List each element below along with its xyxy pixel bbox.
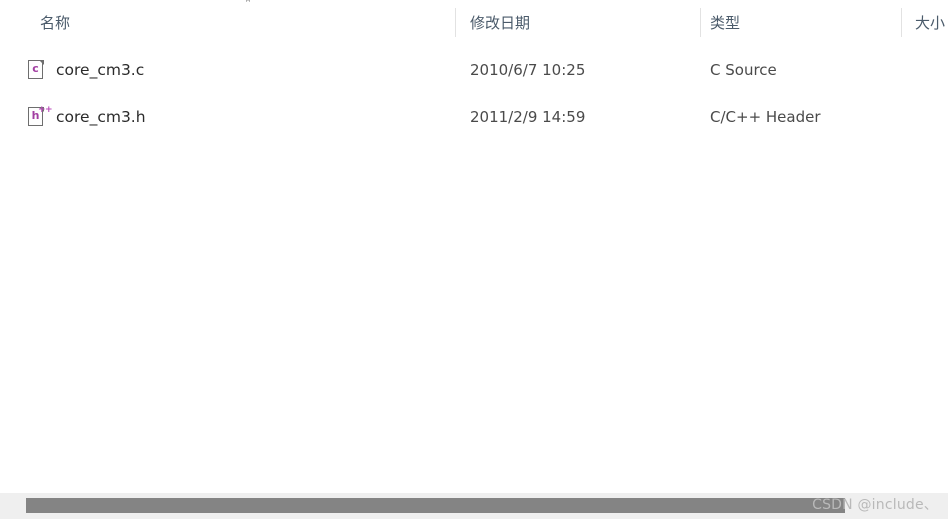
file-name-cell[interactable]: h ++ core_cm3.h: [28, 101, 146, 133]
horizontal-scrollbar-track[interactable]: [0, 493, 948, 519]
column-divider-date-type[interactable]: [700, 8, 701, 37]
horizontal-scrollbar[interactable]: [0, 493, 948, 519]
column-header-date-modified-label: 修改日期: [470, 13, 531, 32]
column-header-type[interactable]: 类型: [710, 8, 740, 36]
column-header-name-label: 名称: [40, 13, 71, 32]
column-header-size[interactable]: 大小: [915, 8, 945, 36]
column-divider-type-size[interactable]: [901, 8, 902, 37]
column-header-row: 名称 修改日期 类型 大小: [0, 8, 948, 37]
column-header-name[interactable]: 名称: [40, 8, 70, 36]
file-name-label: core_cm3.h: [56, 108, 146, 126]
c-source-file-icon-glyph: c: [32, 62, 39, 75]
file-name-label: core_cm3.c: [56, 61, 145, 79]
c-source-file-icon: c: [28, 59, 47, 81]
table-row[interactable]: h ++ core_cm3.h 2011/2/9 14:59 C/C++ Hea…: [0, 101, 948, 133]
file-list-view[interactable]: ˄ 名称 修改日期 类型 大小 c core_cm3.c 2010/6/7 10…: [0, 0, 948, 493]
column-divider-name-date[interactable]: [455, 8, 456, 37]
column-header-type-label: 类型: [710, 13, 741, 32]
file-date-modified-cell: 2011/2/9 14:59: [470, 108, 586, 126]
column-header-date-modified[interactable]: 修改日期: [470, 8, 530, 36]
horizontal-scrollbar-thumb[interactable]: [26, 498, 845, 513]
file-type-cell: C Source: [710, 61, 777, 79]
table-row[interactable]: c core_cm3.c 2010/6/7 10:25 C Source: [0, 54, 948, 86]
column-header-size-label: 大小: [915, 13, 946, 32]
file-type-cell: C/C++ Header: [710, 108, 821, 126]
c-header-file-icon: h ++: [28, 106, 53, 128]
file-name-cell[interactable]: c core_cm3.c: [28, 54, 144, 86]
file-date-modified-cell: 2010/6/7 10:25: [470, 61, 586, 79]
c-header-file-icon-plusplus: ++: [38, 105, 53, 115]
